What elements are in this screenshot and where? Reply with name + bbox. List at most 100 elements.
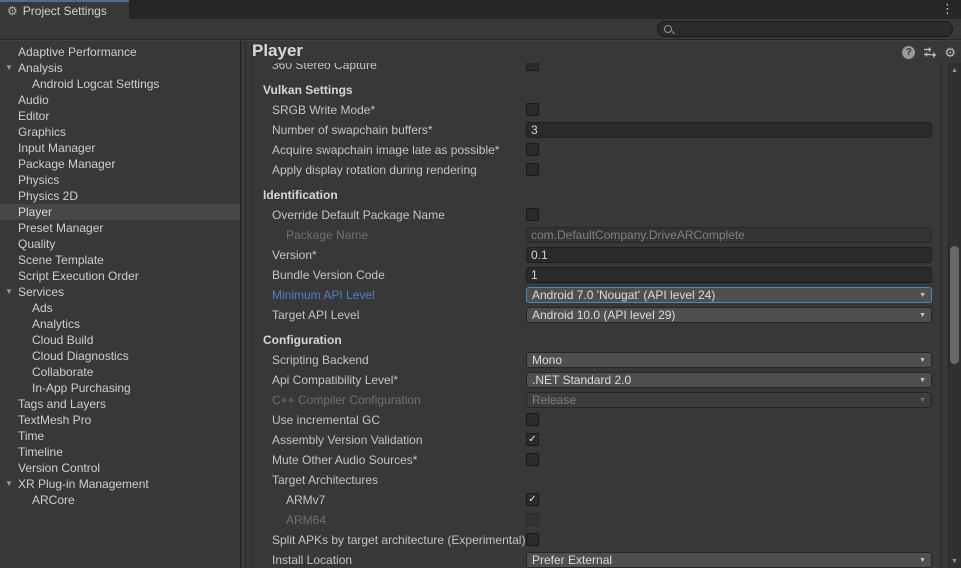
sidebar-item-timeline[interactable]: Timeline [0,444,240,460]
row-minimum-api-level: Minimum API LevelAndroid 7.0 'Nougat' (A… [241,285,941,305]
sidebar-item-quality[interactable]: Quality [0,236,240,252]
sidebar-item-label: Version Control [18,461,100,475]
sidebar-item-android-logcat-settings[interactable]: Android Logcat Settings [0,76,240,92]
field-label-arm64: ARM64 [286,513,326,527]
field-label-override-default-package-name: Override Default Package Name [272,208,445,222]
checkbox-360-stereo-capture[interactable] [526,63,539,71]
header-icons: ? ⚙ [902,46,956,59]
sidebar-item-physics[interactable]: Physics [0,172,240,188]
dropdown-scripting-backend[interactable]: Mono▼ [526,352,932,368]
checkbox-arm64 [526,513,539,526]
sidebar-item-label: TextMesh Pro [18,413,91,427]
sidebar-item-input-manager[interactable]: Input Manager [0,140,240,156]
checkbox-override-default-package-name[interactable] [526,208,539,221]
row-package-name: Package Namecom.DefaultCompany.DriveARCo… [241,225,941,245]
sidebar-item-cloud-build[interactable]: Cloud Build [0,332,240,348]
tab-project-settings[interactable]: ⚙ Project Settings [0,0,129,19]
sidebar-item-editor[interactable]: Editor [0,108,240,124]
checkbox-srgb-write-mode[interactable] [526,103,539,116]
checkbox-armv7[interactable]: ✓ [526,493,539,506]
content-edge-line [941,63,942,568]
dropdown-minimum-api-level[interactable]: Android 7.0 'Nougat' (API level 24)▼ [526,287,932,303]
sidebar-item-label: ARCore [32,493,75,507]
dropdown-target-api-level[interactable]: Android 10.0 (API level 29)▼ [526,307,932,323]
sidebar-item-analytics[interactable]: Analytics [0,316,240,332]
input-version[interactable]: 0.1 [526,247,932,263]
sidebar-item-audio[interactable]: Audio [0,92,240,108]
dropdown-arrow-icon: ▼ [919,397,926,405]
scroll-down-icon[interactable]: ▼ [948,558,961,565]
sidebar-item-analysis[interactable]: ▼Analysis [0,60,240,76]
sidebar-item-label: Adaptive Performance [18,45,137,59]
settings-nav: Adaptive Performance▼AnalysisAndroid Log… [0,40,240,568]
foldout-arrow-icon[interactable]: ▼ [3,284,15,300]
player-settings-panel: Player ? ⚙ 360 Stereo Capture Vulkan Sett… [241,40,961,568]
sidebar-item-services[interactable]: ▼Services [0,284,240,300]
row-vulkan-settings: Vulkan Settings [241,80,941,100]
sidebar-item-package-manager[interactable]: Package Manager [0,156,240,172]
checkbox-acquire-swapchain-image-late-as-possible[interactable] [526,143,539,156]
checkbox-mute-other-audio-sources[interactable] [526,453,539,466]
scrollbar-thumb[interactable] [950,246,959,364]
sidebar-item-label: Graphics [18,125,66,139]
sidebar-item-arcore[interactable]: ARCore [0,492,240,508]
sidebar-item-adaptive-performance[interactable]: Adaptive Performance [0,44,240,60]
sidebar-item-physics-2d[interactable]: Physics 2D [0,188,240,204]
kebab-menu-icon[interactable]: ⋮ [941,0,954,17]
row-scripting-backend: Scripting BackendMono▼ [241,350,941,370]
row-identification: Identification [241,185,941,205]
sidebar-item-xr-plug-in-management[interactable]: ▼XR Plug-in Management [0,476,240,492]
sidebar-item-time[interactable]: Time [0,428,240,444]
gear-icon: ⚙ [7,5,18,17]
input-number-of-swapchain-buffers[interactable]: 3 [526,122,932,138]
sidebar-item-label: Physics [18,173,59,187]
sidebar-item-label: Cloud Diagnostics [32,349,129,363]
checkbox-split-apks-by-target-architecture-experimental[interactable] [526,533,539,546]
field-label-360-stereo-capture: 360 Stereo Capture [272,63,377,72]
foldout-arrow-icon[interactable]: ▼ [3,60,15,76]
sidebar-item-textmesh-pro[interactable]: TextMesh Pro [0,412,240,428]
sidebar-item-player[interactable]: Player [0,204,240,220]
checkbox-use-incremental-gc[interactable] [526,413,539,426]
section-header-configuration: Configuration [263,333,342,347]
row-360-stereo-capture: 360 Stereo Capture [241,63,941,75]
preset-icon[interactable] [923,46,936,59]
checkbox-assembly-version-validation[interactable]: ✓ [526,433,539,446]
sidebar-item-preset-manager[interactable]: Preset Manager [0,220,240,236]
settings-gear-icon[interactable]: ⚙ [944,46,956,59]
toolbar [0,19,961,40]
settings-scroll-area: 360 Stereo CaptureVulkan SettingsSRGB Wr… [241,63,941,568]
search-input[interactable] [676,23,946,35]
row-use-incremental-gc: Use incremental GC [241,410,941,430]
dropdown-value: Android 10.0 (API level 29) [532,308,675,322]
dropdown-install-location[interactable]: Prefer External▼ [526,552,932,568]
sidebar-item-scene-template[interactable]: Scene Template [0,252,240,268]
sidebar-item-graphics[interactable]: Graphics [0,124,240,140]
sidebar-item-collaborate[interactable]: Collaborate [0,364,240,380]
row-arm64: ARM64 [241,510,941,530]
sidebar-item-label: Audio [18,93,49,107]
dropdown-arrow-icon: ▼ [919,292,926,300]
field-label-assembly-version-validation: Assembly Version Validation [272,433,423,447]
dropdown-value: Prefer External [532,553,612,567]
tab-label: Project Settings [23,4,107,18]
field-label-c-compiler-configuration: C++ Compiler Configuration [272,393,421,407]
scroll-up-icon[interactable]: ▲ [948,67,961,74]
sidebar-item-label: Analysis [18,61,63,75]
dropdown-value: Release [532,393,576,407]
sidebar-item-ads[interactable]: Ads [0,300,240,316]
foldout-arrow-icon[interactable]: ▼ [3,476,15,492]
dropdown-api-compatibility-level[interactable]: .NET Standard 2.0▼ [526,372,932,388]
page-title: Player [252,41,303,61]
sidebar-item-cloud-diagnostics[interactable]: Cloud Diagnostics [0,348,240,364]
sidebar-item-label: Ads [32,301,53,315]
input-bundle-version-code[interactable]: 1 [526,267,932,283]
sidebar-item-version-control[interactable]: Version Control [0,460,240,476]
sidebar-item-in-app-purchasing[interactable]: In-App Purchasing [0,380,240,396]
checkbox-apply-display-rotation-during-rendering[interactable] [526,163,539,176]
section-header-identification: Identification [263,188,338,202]
sidebar-item-script-execution-order[interactable]: Script Execution Order [0,268,240,284]
search-box[interactable] [657,21,953,37]
help-icon[interactable]: ? [902,46,915,59]
sidebar-item-tags-and-layers[interactable]: Tags and Layers [0,396,240,412]
